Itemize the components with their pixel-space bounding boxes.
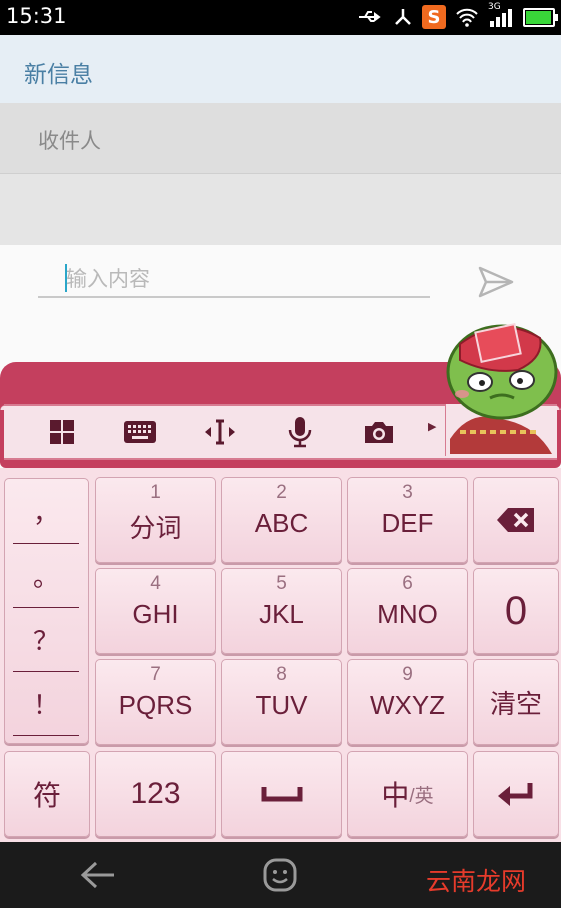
page-title: 新信息 [24, 62, 93, 88]
enter-icon [498, 783, 533, 806]
punctuation-key[interactable]: ？ [13, 607, 79, 672]
backspace-button[interactable] [473, 477, 559, 563]
backspace-icon [497, 508, 534, 532]
language-toggle-button[interactable]: 中/英 [347, 751, 468, 837]
key-number: 9 [402, 664, 413, 685]
key-label: TUV [255, 690, 308, 720]
key-number: 6 [402, 573, 413, 594]
usb-icon [359, 11, 381, 22]
key-0[interactable]: 0 [473, 568, 559, 654]
keyboard-switch-button[interactable] [122, 414, 158, 450]
key-label: 清空 [489, 688, 542, 719]
camera-button[interactable] [361, 414, 397, 450]
key-label: ABC [254, 508, 309, 538]
key-number: 5 [276, 573, 287, 594]
status-time: 15:31 [6, 4, 67, 28]
back-arrow-icon[interactable] [80, 860, 116, 890]
key-label: GHI [132, 599, 179, 629]
lang-sub-label: /英 [409, 785, 434, 807]
key-6[interactable]: 6 MNO [347, 568, 468, 654]
key-7[interactable]: 7 PQRS [95, 659, 216, 745]
header-bar: 新信息 [0, 35, 561, 103]
wifi-icon [456, 8, 478, 27]
numbers-button[interactable]: 123 [95, 751, 216, 837]
attachment-area [0, 174, 561, 245]
recipient-placeholder: 收件人 [38, 129, 101, 153]
cursor-icon [205, 419, 235, 445]
send-button[interactable] [476, 262, 516, 302]
clear-button[interactable]: 清空 [473, 659, 559, 745]
network-type: 3G [488, 2, 501, 12]
space-icon [261, 787, 302, 802]
more-arrow-icon: ▶ [428, 420, 437, 433]
recipient-field[interactable]: 收件人 [0, 103, 561, 174]
key-number: 4 [150, 573, 161, 594]
space-button[interactable] [221, 751, 342, 837]
sogou-input-icon: S [422, 5, 446, 29]
key-label: MNO [377, 599, 438, 629]
key-9[interactable]: 9 WXYZ [347, 659, 468, 745]
punctuation-column[interactable]: ， 。 ？ ！ [4, 478, 89, 744]
debug-icon [395, 9, 411, 25]
punctuation-key[interactable]: 。 [13, 543, 79, 608]
cursor-move-button[interactable] [202, 414, 238, 450]
key-number: 2 [276, 482, 287, 503]
key-8[interactable]: 8 TUV [221, 659, 342, 745]
keyboard-icon [124, 421, 156, 443]
punctuation-key[interactable]: ！ [13, 671, 79, 736]
watermark-text: 云南龙网 [426, 867, 527, 896]
key-number: 1 [150, 482, 161, 503]
text-cursor [65, 264, 67, 292]
camera-icon [365, 422, 393, 443]
home-smiley-icon[interactable] [262, 857, 298, 893]
message-input[interactable] [38, 262, 430, 298]
symbols-button[interactable]: 符 [4, 751, 90, 837]
microphone-icon [288, 417, 312, 448]
grid-menu-icon [50, 420, 74, 444]
key-label: 分词 [129, 513, 182, 543]
key-2[interactable]: 2 ABC [221, 477, 342, 563]
send-icon [478, 266, 514, 298]
key-label: WXYZ [369, 690, 446, 720]
key-3[interactable]: 3 DEF [347, 477, 468, 563]
key-number: 7 [150, 664, 161, 685]
status-bar: 15:31 S 3G [0, 0, 561, 35]
key-1[interactable]: 1 分词 [95, 477, 216, 563]
key-label: PQRS [118, 690, 193, 720]
key-number: 3 [402, 482, 413, 503]
key-label: 0 [504, 588, 528, 633]
status-icons: S 3G [358, 2, 558, 29]
key-label: DEF [381, 508, 434, 538]
mascot-turtle-icon [446, 322, 558, 454]
key-number: 8 [276, 664, 287, 685]
battery-icon [523, 7, 558, 27]
punctuation-key[interactable]: ， [13, 479, 79, 544]
key-label: 123 [130, 777, 181, 810]
key-5[interactable]: 5 JKL [221, 568, 342, 654]
key-label: 符 [32, 780, 61, 811]
key-4[interactable]: 4 GHI [95, 568, 216, 654]
lang-main-label: 中 [381, 780, 410, 811]
key-label: JKL [259, 599, 304, 629]
voice-input-button[interactable] [282, 414, 318, 450]
enter-button[interactable] [473, 751, 559, 837]
grid-menu-button[interactable] [44, 414, 80, 450]
signal-icon: 3G [488, 2, 514, 28]
